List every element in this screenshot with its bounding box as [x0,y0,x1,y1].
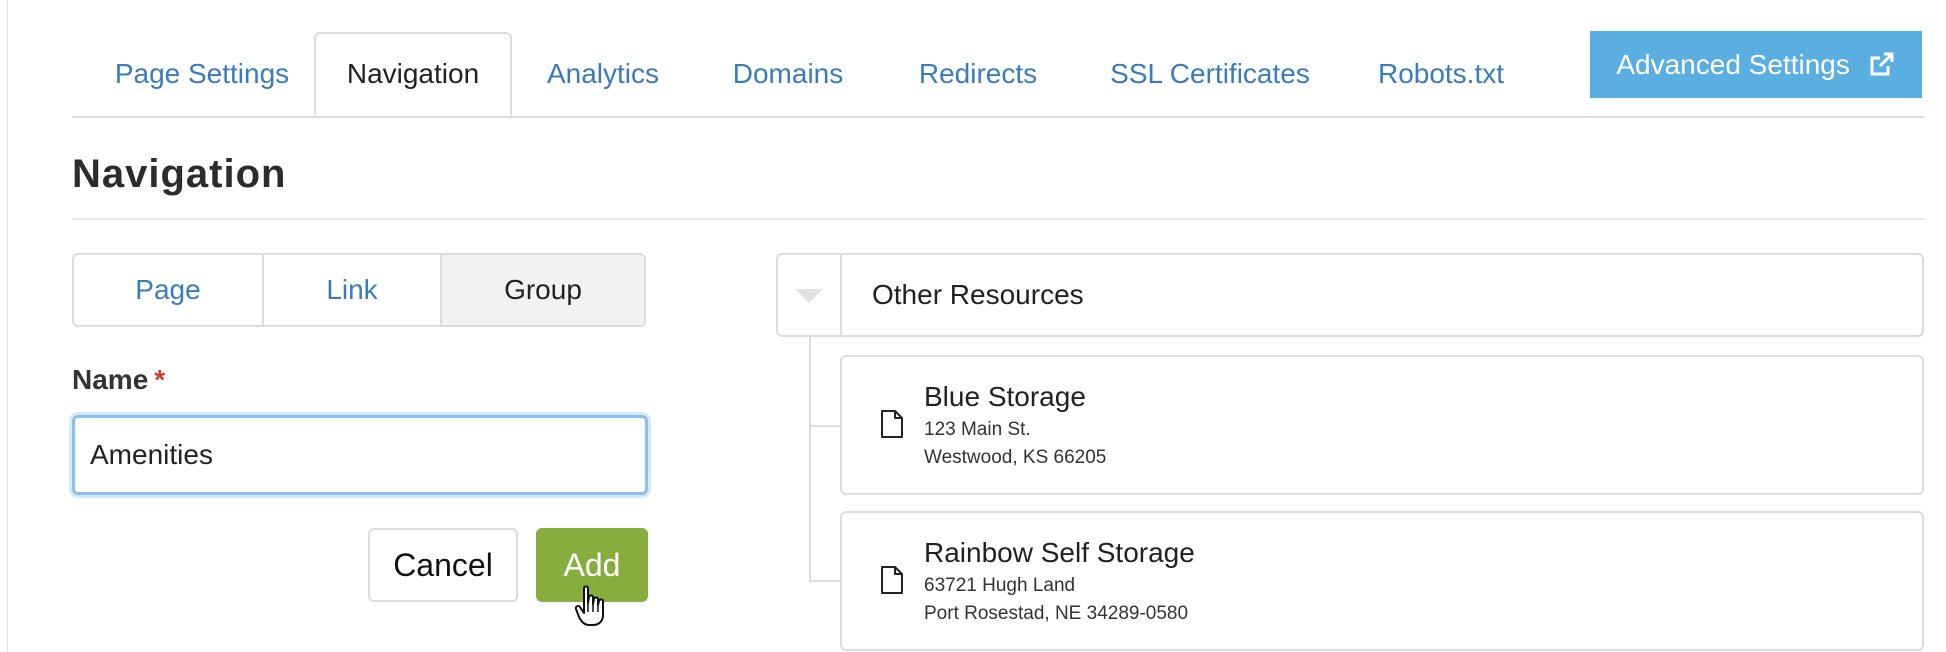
title-divider [72,218,1924,220]
item-address-line1: 63721 Hugh Land [924,575,1076,596]
name-input[interactable] [72,415,648,495]
type-page-button[interactable]: Page [74,255,264,325]
caret-down-icon [795,289,823,303]
item-address-line1: 123 Main St. [924,419,1031,440]
tree-connector-branch [809,580,841,582]
nav-item-rainbow-self-storage[interactable]: Rainbow Self Storage 63721 Hugh Land Por… [840,511,1924,651]
tab-analytics[interactable]: Analytics [532,32,674,116]
tab-redirects[interactable]: Redirects [908,32,1048,116]
item-title: Rainbow Self Storage [924,537,1195,568]
tree-connector [809,337,811,581]
advanced-settings-label: Advanced Settings [1616,49,1850,80]
document-icon [881,410,903,438]
type-group-button[interactable]: Group [442,255,644,325]
item-title: Blue Storage [924,381,1086,412]
advanced-settings-button[interactable]: Advanced Settings [1590,31,1922,98]
type-link-button[interactable]: Link [264,255,442,325]
page-title: Navigation [72,152,287,196]
tab-page-settings[interactable]: Page Settings [104,32,300,116]
item-address-line2: Westwood, KS 66205 [924,447,1107,468]
hand-pointer-icon [575,585,604,626]
document-icon [881,566,903,594]
cancel-button[interactable]: Cancel [368,528,518,602]
tab-domains[interactable]: Domains [722,32,854,116]
item-type-selector: Page Link Group [72,253,646,327]
left-border [7,0,8,652]
required-asterisk: * [154,364,166,395]
group-label: Other Resources [872,279,1084,310]
tab-robots-txt[interactable]: Robots.txt [1366,32,1516,116]
item-address-line2: Port Rosestad, NE 34289-0580 [924,603,1189,624]
name-label-text: Name [72,364,149,395]
group-row-other-resources[interactable]: Other Resources [776,253,1924,337]
tab-ssl-certificates[interactable]: SSL Certificates [1098,32,1322,116]
name-label: Name * [72,364,165,396]
group-toggle[interactable] [778,255,842,335]
external-link-icon [1870,52,1894,76]
nav-item-blue-storage[interactable]: Blue Storage 123 Main St. Westwood, KS 6… [840,355,1924,495]
tree-connector-branch [809,425,841,427]
tab-navigation[interactable]: Navigation [314,32,512,116]
